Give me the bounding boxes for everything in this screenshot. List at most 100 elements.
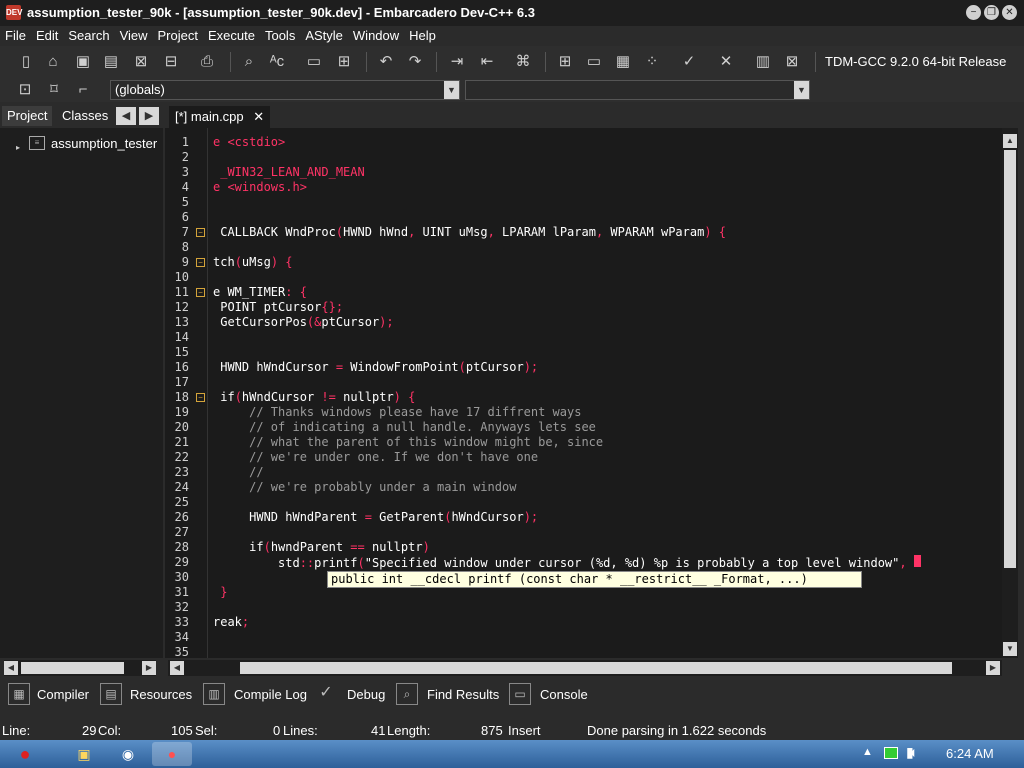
fold-toggle-icon[interactable]: − — [196, 288, 205, 297]
tab-debug[interactable]: Debug — [347, 687, 385, 702]
close-file-icon[interactable]: ⊠ — [130, 51, 152, 73]
editor-vertical-scrollbar[interactable]: ▲ ▼ — [1002, 128, 1018, 658]
battery-icon[interactable] — [884, 747, 898, 759]
fold-toggle-icon[interactable]: − — [196, 393, 205, 402]
tab-project[interactable]: Project — [2, 106, 53, 126]
vertical-scroll-thumb[interactable] — [1004, 150, 1016, 568]
chevron-left-icon[interactable]: ◀ — [116, 107, 136, 125]
menu-search[interactable]: Search — [63, 26, 114, 46]
code-line: // — [213, 465, 263, 480]
scroll-up-icon[interactable]: ▲ — [1003, 134, 1017, 148]
replace-icon[interactable]: ᴬᴄ — [266, 51, 288, 73]
menu-view[interactable]: View — [115, 26, 153, 46]
code-token: e <cstdio> — [213, 135, 286, 149]
insert-icon[interactable]: ⊡ — [14, 79, 36, 101]
editor-horizontal-scrollbar[interactable]: ◀ ▶ — [168, 660, 1002, 676]
line-number: 1 — [181, 135, 189, 149]
menu-window[interactable]: Window — [348, 26, 404, 46]
menu-file[interactable]: File — [0, 26, 31, 46]
compiler-select[interactable]: TDM-GCC 9.2.0 64-bit Release — [825, 54, 1006, 69]
code-token: WPARAM wParam — [610, 225, 705, 239]
menu-help[interactable]: Help — [404, 26, 441, 46]
minimize-icon[interactable]: − — [966, 5, 981, 20]
code-token: != — [321, 390, 344, 404]
scroll-right-icon[interactable]: ▶ — [986, 661, 1000, 675]
code-line: // we're under one. If we don't have one — [213, 450, 538, 465]
save-icon[interactable]: ▣ — [72, 51, 94, 73]
scroll-left-icon[interactable]: ◀ — [170, 661, 184, 675]
chevron-down-icon[interactable]: ▼ — [794, 81, 809, 99]
fold-toggle-icon[interactable]: − — [196, 258, 205, 267]
scroll-left-icon[interactable]: ◀ — [4, 661, 18, 675]
menu-tools[interactable]: Tools — [260, 26, 300, 46]
restore-icon[interactable]: ❐ — [984, 5, 999, 20]
find-icon[interactable]: ⌕ — [238, 51, 260, 73]
undo-icon[interactable]: ↶ — [375, 51, 397, 73]
line-number: 28 — [174, 540, 189, 554]
tile-icon[interactable]: ⊞ — [554, 51, 576, 73]
check-icon[interactable]: ✓ — [678, 51, 700, 73]
chart-icon[interactable]: ▥ — [752, 51, 774, 73]
code-token: ) { — [704, 225, 727, 239]
code-line: // what the parent of this window might … — [213, 435, 603, 450]
chrome-icon[interactable]: ◉ — [108, 742, 148, 766]
new-file-icon[interactable]: ▯ — [15, 51, 37, 73]
chevron-right-icon[interactable]: ▶ — [139, 107, 159, 125]
tray-arrow-icon[interactable]: ▲ — [862, 746, 873, 758]
apps-icon[interactable]: ⁘ — [641, 51, 663, 73]
code-line: GetCursorPos(&ptCursor); — [213, 315, 394, 330]
tab-classes[interactable]: Classes — [57, 106, 113, 126]
volume-icon[interactable]: 🔈︎ — [910, 744, 918, 761]
function-combo[interactable]: ▼ — [465, 80, 810, 100]
close-all-icon[interactable]: ⊟ — [160, 51, 182, 73]
tab-compile-log[interactable]: Compile Log — [234, 687, 307, 702]
tab-find-results[interactable]: Find Results — [427, 687, 499, 702]
expand-icon[interactable]: ▸ — [16, 143, 20, 152]
code-token: ( — [263, 540, 271, 554]
grid-icon[interactable]: ▦ — [612, 51, 634, 73]
toggle-comment-icon[interactable]: ⊞ — [333, 51, 355, 73]
stop-icon[interactable]: ✕ — [715, 51, 737, 73]
window-icon[interactable]: ▭ — [583, 51, 605, 73]
clock[interactable]: 6:24 AM — [946, 746, 994, 761]
tab-console[interactable]: Console — [540, 687, 588, 702]
goto-bookmark-icon[interactable]: ⌐ — [72, 79, 94, 101]
close-icon[interactable]: ✕ — [1002, 5, 1017, 20]
app-icon: DEV — [6, 5, 22, 20]
code-token: // we're probably under a main window — [213, 480, 517, 494]
fold-toggle-icon[interactable]: − — [196, 228, 205, 237]
scroll-thumb[interactable] — [21, 662, 124, 674]
save-all-icon[interactable]: ▤ — [100, 51, 122, 73]
scroll-right-icon[interactable]: ▶ — [142, 661, 156, 675]
delete-icon[interactable]: ⊠ — [781, 51, 803, 73]
close-tab-icon[interactable]: ✕ — [253, 109, 264, 124]
devcpp-taskbar-icon[interactable]: ● — [152, 742, 192, 766]
code-token: ); — [379, 315, 394, 329]
tab-compiler[interactable]: Compiler — [37, 687, 89, 702]
explorer-icon[interactable]: ▣ — [64, 742, 104, 766]
toggle-bookmark-icon[interactable]: ⌑ — [43, 79, 65, 101]
function-hint-tooltip: public int __cdecl printf (const char * … — [327, 571, 862, 588]
unindent-icon[interactable]: ⇤ — [476, 51, 498, 73]
chevron-down-icon[interactable]: ▼ — [444, 81, 459, 99]
start-button-icon[interactable]: ● — [2, 740, 48, 768]
print-icon[interactable]: ⎙ — [196, 51, 218, 73]
menu-edit[interactable]: Edit — [31, 26, 63, 46]
tree-item-project[interactable]: assumption_tester — [51, 136, 157, 151]
menu-execute[interactable]: Execute — [203, 26, 260, 46]
scope-combo[interactable]: (globals) ▼ — [110, 80, 460, 100]
open-folder-icon[interactable]: ⌂ — [42, 51, 64, 73]
goto-line-icon[interactable]: ▭ — [303, 51, 325, 73]
line-number: 16 — [174, 360, 189, 374]
menu-astyle[interactable]: AStyle — [300, 26, 348, 46]
left-horizontal-scrollbar[interactable]: ◀ ▶ — [4, 660, 156, 676]
indent-icon[interactable]: ⇥ — [446, 51, 468, 73]
tab-main-cpp[interactable]: [*] main.cpp ✕ — [169, 106, 271, 128]
scroll-down-icon[interactable]: ▼ — [1003, 642, 1017, 656]
menu-project[interactable]: Project — [153, 26, 203, 46]
horizontal-scroll-thumb[interactable] — [240, 662, 952, 674]
tab-resources[interactable]: Resources — [130, 687, 192, 702]
code-token: // of indicating a null handle. Anyways … — [213, 420, 596, 434]
bookmark-icon[interactable]: ⌘ — [512, 51, 534, 73]
redo-icon[interactable]: ↷ — [404, 51, 426, 73]
